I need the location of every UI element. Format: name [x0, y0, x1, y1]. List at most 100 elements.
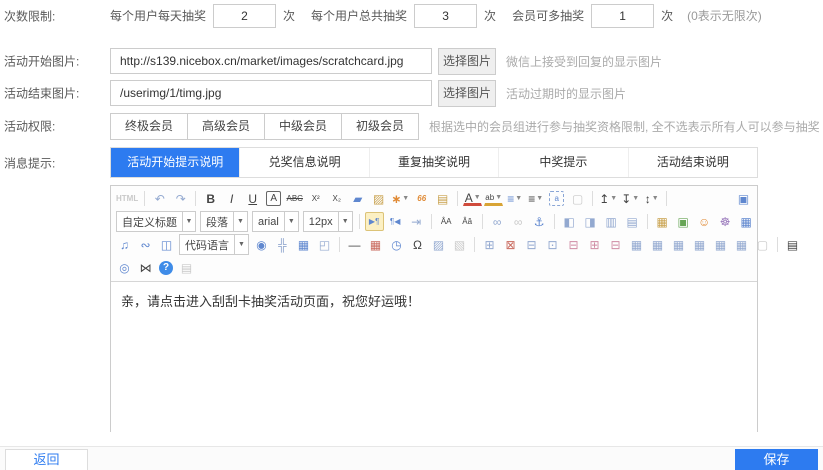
image-inline-icon[interactable]: ▥ — [602, 212, 621, 231]
scrawl-icon[interactable]: ☸ — [716, 212, 735, 231]
member-option-1[interactable]: 高级会员 — [187, 113, 265, 140]
message-tab-1[interactable]: 兑奖信息说明 — [239, 148, 368, 177]
screenshot-icon[interactable]: ◰ — [315, 235, 334, 254]
subscript-icon[interactable]: X₂ — [327, 189, 346, 208]
table-layout-1-icon[interactable]: ▦ — [627, 235, 646, 254]
underline-icon[interactable]: U — [243, 189, 262, 208]
paste-icon[interactable]: ▤ — [433, 189, 452, 208]
font-color-icon[interactable]: A▼ — [463, 192, 482, 206]
table-layout-4-icon[interactable]: ▦ — [690, 235, 709, 254]
anchor-icon[interactable]: ⚓ — [530, 212, 549, 231]
insert-table-icon[interactable]: ⊞ — [480, 235, 499, 254]
end-image-pick-button[interactable]: 选择图片 — [438, 80, 496, 107]
time-icon[interactable]: ◷ — [387, 235, 406, 254]
table-layout-2-icon[interactable]: ▦ — [648, 235, 667, 254]
to-uppercase-icon[interactable]: ÂA — [437, 212, 456, 231]
attachment-icon[interactable]: ∾ — [136, 235, 155, 254]
to-lowercase-icon[interactable]: Ââ — [458, 212, 477, 231]
font-border-icon[interactable]: A — [266, 191, 281, 206]
ordered-list-icon[interactable]: ≡▼ — [505, 189, 524, 208]
link-icon[interactable]: ∞ — [488, 212, 507, 231]
unlink-icon[interactable]: ∞ — [509, 212, 528, 231]
find-replace-icon[interactable]: ⋈ — [136, 258, 155, 277]
toolbar-separator — [431, 214, 432, 229]
paragraph-format-select[interactable]: 段落▼ — [200, 211, 248, 232]
image-center-icon[interactable]: ▤ — [623, 212, 642, 231]
message-tab-4[interactable]: 活动结束说明 — [628, 148, 757, 177]
formula-icon[interactable]: ▨ — [429, 235, 448, 254]
paragraph-style-select[interactable]: 自定义标题▼ — [116, 211, 196, 232]
undo-icon[interactable]: ↶ — [150, 189, 169, 208]
redo-icon[interactable]: ↷ — [171, 189, 190, 208]
print-icon[interactable]: ▤ — [783, 235, 802, 254]
blank-doc-icon[interactable]: ▢ — [568, 189, 587, 208]
member-option-2[interactable]: 中级会员 — [264, 113, 342, 140]
remove-format-icon[interactable]: ▰ — [348, 189, 367, 208]
source-code-icon[interactable]: HTML — [115, 189, 139, 208]
insert-col-icon[interactable]: ⊞ — [585, 235, 604, 254]
message-tab-3[interactable]: 中奖提示 — [498, 148, 627, 177]
table-title-icon[interactable]: ⊟ — [522, 235, 541, 254]
table-layout-6-icon[interactable]: ▦ — [732, 235, 751, 254]
member-extra-input[interactable] — [591, 4, 654, 28]
editor-content[interactable]: 亲，请点击进入刮刮卡抽奖活动页面，祝您好运哦！ — [111, 282, 757, 433]
insert-image-icon[interactable]: ▦ — [653, 212, 672, 231]
unordered-list-icon[interactable]: ≡▼ — [526, 189, 545, 208]
anchor-inline-icon[interactable]: a — [549, 191, 564, 206]
delete-row-col-icon[interactable]: ⊟ — [606, 235, 625, 254]
special-char-icon[interactable]: Ω — [408, 235, 427, 254]
line-height-icon[interactable]: ↕▼ — [642, 189, 661, 208]
music-icon[interactable]: ♫ — [115, 235, 134, 254]
spreadsheet-icon[interactable]: ▦ — [294, 235, 313, 254]
start-image-input[interactable] — [110, 48, 432, 74]
strikethrough-icon[interactable]: ABC — [285, 189, 304, 208]
member-option-0[interactable]: 终极会员 — [110, 113, 188, 140]
auto-typeset-icon[interactable]: ∗▼ — [390, 189, 410, 208]
merge-cells-icon[interactable]: ⊡ — [543, 235, 562, 254]
date-icon[interactable]: ▦ — [366, 235, 385, 254]
emoji-icon[interactable]: ☺ — [695, 212, 714, 231]
message-tab-0[interactable]: 活动开始提示说明 — [111, 148, 239, 177]
insert-row-icon[interactable]: ⊟ — [564, 235, 583, 254]
preview-icon[interactable]: ◎ — [115, 258, 134, 277]
delete-table-icon[interactable]: ⊠ — [501, 235, 520, 254]
format-painter-icon[interactable]: ▨ — [369, 189, 388, 208]
bold-icon[interactable]: B — [201, 189, 220, 208]
doc-background-icon[interactable]: ▢ — [753, 235, 772, 254]
rtl-paragraph-icon[interactable]: ¶◀ — [386, 212, 405, 231]
total-draw-input[interactable] — [414, 4, 477, 28]
paragraph-spacing-top-icon[interactable]: ↥▼ — [598, 189, 618, 208]
highlight-color-icon[interactable]: ab▼ — [484, 192, 503, 206]
back-button[interactable]: 返回 — [5, 449, 88, 470]
fullscreen-icon[interactable]: ▣ — [734, 189, 753, 208]
blockquote-icon[interactable]: 66 — [412, 189, 431, 208]
superscript-icon[interactable]: X² — [306, 189, 325, 208]
start-image-pick-button[interactable]: 选择图片 — [438, 48, 496, 75]
template-icon[interactable]: ▧ — [450, 235, 469, 254]
paragraph-spacing-bottom-icon[interactable]: ↧▼ — [620, 189, 640, 208]
horizontal-rule-icon[interactable]: — — [345, 235, 364, 254]
insert-iframe-icon[interactable]: ◫ — [157, 235, 176, 254]
toolbar-separator — [482, 214, 483, 229]
insert-video-icon[interactable]: ▦ — [737, 212, 756, 231]
table-layout-5-icon[interactable]: ▦ — [711, 235, 730, 254]
member-option-3[interactable]: 初级会员 — [341, 113, 419, 140]
message-tab-2[interactable]: 重复抽奖说明 — [369, 148, 498, 177]
italic-icon[interactable]: I — [222, 189, 241, 208]
font-size-select[interactable]: 12px▼ — [303, 211, 353, 232]
end-image-input[interactable] — [110, 80, 432, 106]
table-layout-3-icon[interactable]: ▦ — [669, 235, 688, 254]
paste-plain-icon[interactable]: ▤ — [177, 258, 196, 277]
ltr-paragraph-icon[interactable]: ▶¶ — [365, 212, 384, 231]
code-language-select[interactable]: 代码语言▼ — [179, 234, 249, 255]
map-icon[interactable]: ◉ — [252, 235, 271, 254]
image-align-left-icon[interactable]: ◧ — [560, 212, 579, 231]
organization-chart-icon[interactable]: ╬ — [273, 235, 292, 254]
help-icon[interactable]: ? — [159, 261, 173, 275]
indent-icon[interactable]: ⇥ — [407, 212, 426, 231]
daily-draw-input[interactable] — [213, 4, 276, 28]
save-button[interactable]: 保存 — [735, 449, 818, 470]
image-manager-icon[interactable]: ▣ — [674, 212, 693, 231]
image-align-right-icon[interactable]: ◨ — [581, 212, 600, 231]
font-family-select[interactable]: arial▼ — [252, 211, 299, 232]
